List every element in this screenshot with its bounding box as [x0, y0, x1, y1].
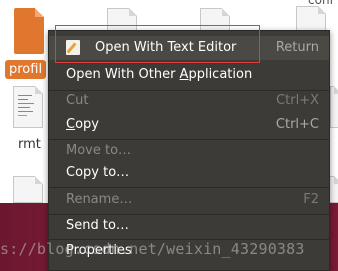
menu-item-accel: Return: [275, 40, 319, 55]
menu-item-copy-to[interactable]: Copy to…: [49, 161, 329, 185]
menu-item-move-to: Move to…: [49, 139, 329, 163]
menu-item-rename: Rename… F2: [49, 188, 329, 212]
menu-item-label: Copy to…: [66, 165, 130, 180]
text-file-icon[interactable]: [107, 8, 137, 32]
menu-item-label: Open With Text Editor: [95, 40, 237, 55]
menu-item-accel: Ctrl+X: [276, 93, 319, 108]
menu-item-label: Cut: [66, 93, 89, 108]
menu-item-label: Rename…: [66, 192, 133, 207]
text-editor-icon: [66, 40, 80, 55]
menu-item-open-with-text-editor[interactable]: Open With Text Editor Return: [49, 36, 329, 60]
selected-file-label[interactable]: profil: [5, 60, 47, 79]
menu-item-label: Send to…: [66, 218, 129, 233]
text-file-icon[interactable]: [13, 176, 43, 203]
menu-item-label: Copy: [66, 117, 99, 132]
menu-item-accel: Ctrl+C: [275, 117, 319, 132]
text-file-icon[interactable]: [13, 86, 43, 128]
menu-item-cut: Cut Ctrl+X: [49, 89, 329, 113]
menu-item-send-to[interactable]: Send to…: [49, 214, 329, 238]
menu-item-label: Open With Other Application: [66, 67, 253, 82]
menu-item-open-with-other-application[interactable]: Open With Other Application: [49, 63, 329, 87]
watermark-text: s://blog.csdn.net/weixin_43290383: [0, 240, 305, 258]
menu-item-accel: F2: [303, 192, 319, 207]
file-label[interactable]: conf: [308, 0, 334, 7]
text-file-icon[interactable]: [200, 8, 230, 32]
file-label[interactable]: rmt: [18, 137, 41, 152]
text-file-icon[interactable]: [296, 6, 326, 32]
selected-file-icon[interactable]: [14, 8, 44, 54]
menu-item-label: Move to…: [66, 143, 132, 158]
text-file-icon[interactable]: [330, 86, 338, 128]
context-menu: Open With Text Editor Return Open With O…: [48, 30, 330, 271]
menu-item-copy[interactable]: Copy Ctrl+C: [49, 113, 329, 137]
